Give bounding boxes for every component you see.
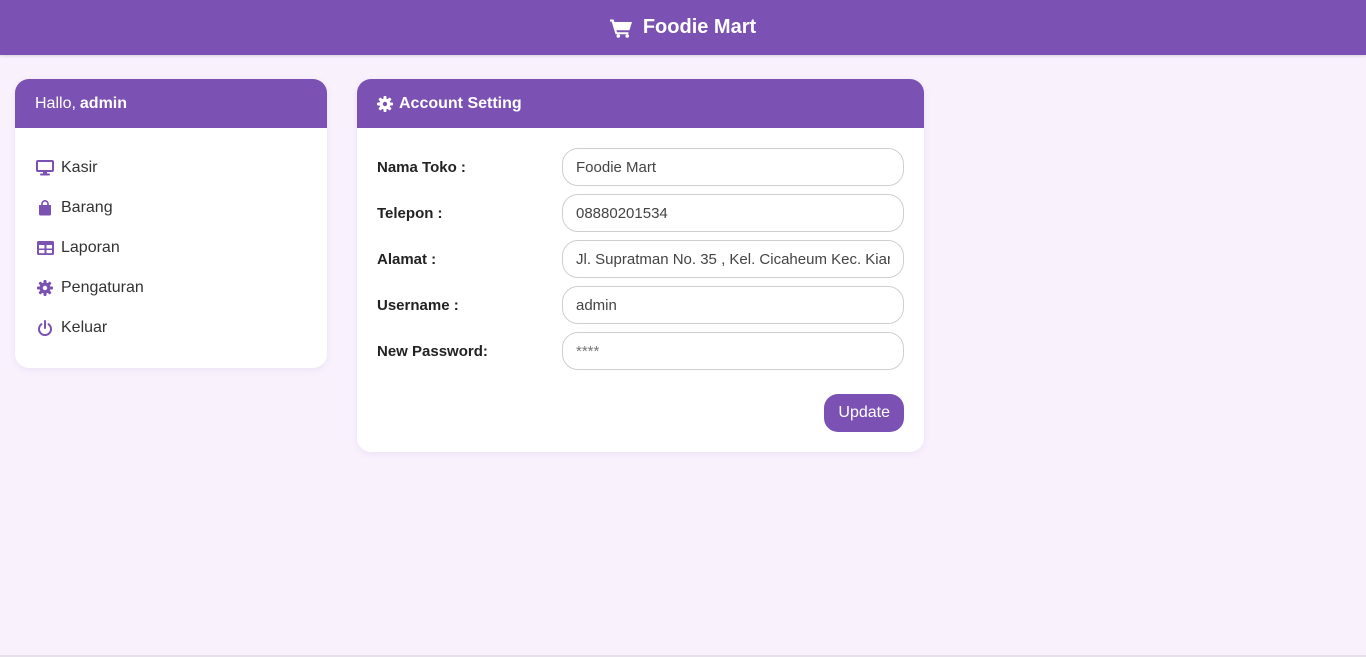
address-input[interactable] [562, 240, 904, 278]
brand[interactable]: Foodie Mart [609, 16, 757, 39]
form-actions: Update [377, 378, 904, 432]
monitor-icon [35, 160, 55, 176]
gear-icon [35, 280, 55, 296]
table-icon [35, 241, 55, 255]
sidebar-item-label: Kasir [61, 159, 98, 176]
sidebar-card: Hallo, admin Kasir Barang Laporan Pengat… [15, 79, 327, 368]
account-setting-form: Nama Toko : Telepon : Alamat : Username … [357, 128, 924, 432]
sidebar-item-label: Pengaturan [61, 279, 144, 296]
card-title: Account Setting [399, 94, 522, 112]
greeting-text: Hallo, [35, 94, 76, 112]
gear-icon [377, 95, 393, 112]
store-name-row: Nama Toko : [377, 148, 904, 186]
greeting-user: admin [79, 94, 128, 112]
address-label: Alamat : [377, 250, 437, 268]
sidebar-item-keluar[interactable]: Keluar [15, 308, 327, 348]
shopping-bag-icon [35, 200, 55, 216]
new-password-row: New Password: [377, 332, 904, 370]
phone-label: Telepon : [377, 204, 443, 222]
account-setting-card: Account Setting Nama Toko : Telepon : Al… [357, 79, 924, 452]
username-input[interactable] [562, 286, 904, 324]
shopping-cart-icon [609, 18, 633, 38]
power-icon [35, 319, 55, 337]
username-label: Username : [377, 296, 459, 314]
address-row: Alamat : [377, 240, 904, 278]
phone-input[interactable] [562, 194, 904, 232]
top-navbar: Foodie Mart [0, 0, 1366, 55]
sidebar-item-label: Barang [61, 199, 113, 216]
sidebar-item-kasir[interactable]: Kasir [15, 148, 327, 188]
sidebar-item-laporan[interactable]: Laporan [15, 228, 327, 268]
new-password-input[interactable] [562, 332, 904, 370]
store-name-label: Nama Toko : [377, 158, 466, 176]
update-button[interactable]: Update [824, 394, 904, 432]
sidebar-menu: Kasir Barang Laporan Pengaturan Keluar [15, 128, 327, 348]
phone-row: Telepon : [377, 194, 904, 232]
app-title: Foodie Mart [642, 16, 757, 38]
greeting-header: Hallo, admin [15, 79, 327, 128]
account-setting-header: Account Setting [357, 79, 924, 128]
sidebar-item-barang[interactable]: Barang [15, 188, 327, 228]
sidebar-item-label: Keluar [61, 319, 108, 336]
username-row: Username : [377, 286, 904, 324]
sidebar-item-pengaturan[interactable]: Pengaturan [15, 268, 327, 308]
sidebar-item-label: Laporan [61, 239, 120, 256]
new-password-label: New Password: [377, 342, 488, 360]
store-name-input[interactable] [562, 148, 904, 186]
